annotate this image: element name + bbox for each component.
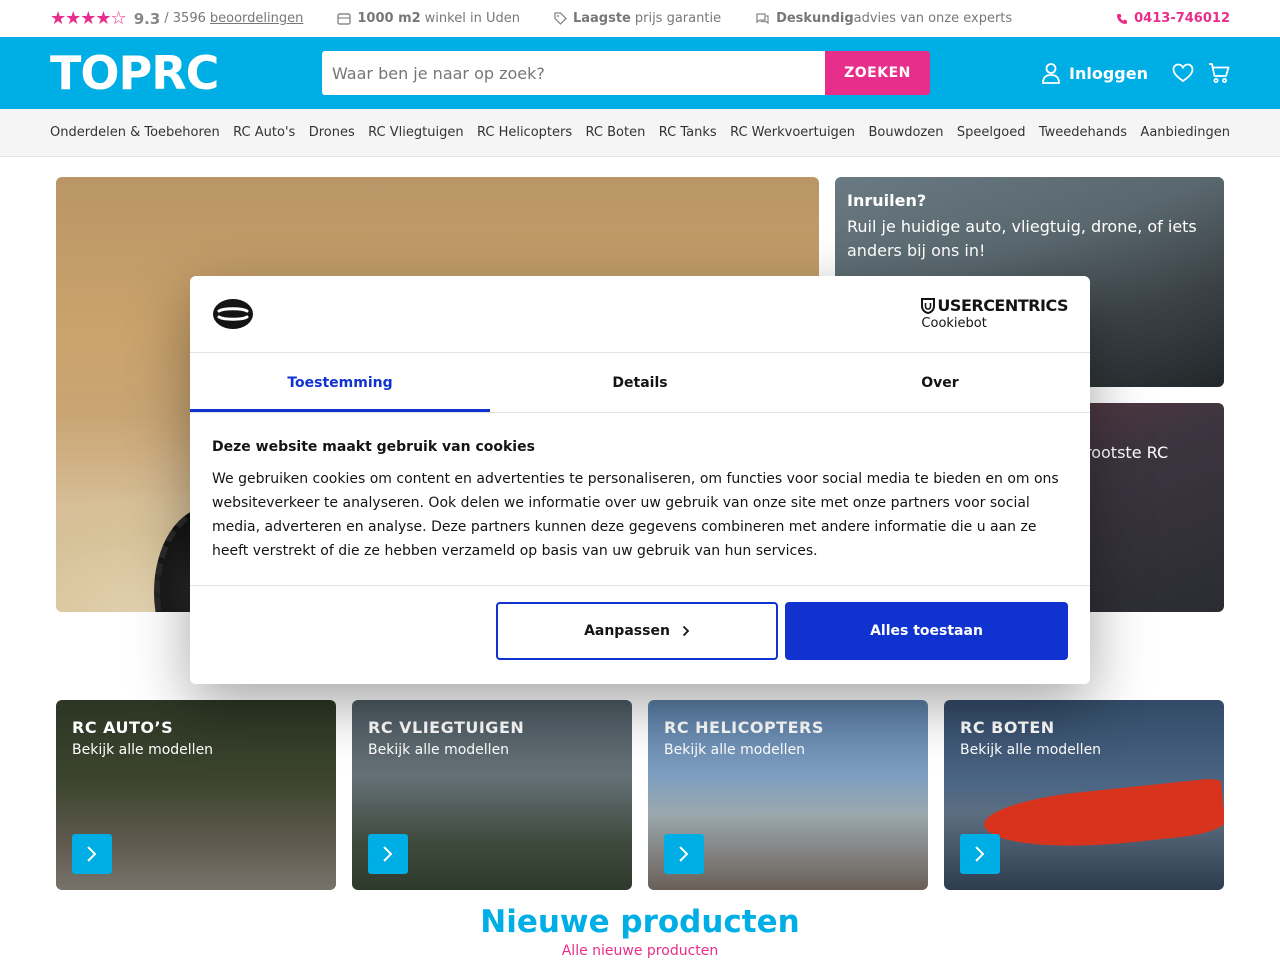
cart-icon[interactable] xyxy=(1208,62,1230,84)
new-products-title: Nieuwe producten xyxy=(480,904,800,940)
cookie-dialog-body: Deze website maakt gebruik van cookies W… xyxy=(190,413,1090,586)
category-card-rc-helicopters[interactable]: RC HELICOPTERS Bekijk alle modellen xyxy=(648,700,928,890)
chevron-right-icon xyxy=(87,846,97,862)
nav-item-rc-autos[interactable]: RC Auto's xyxy=(233,125,295,140)
cookie-tabs: Toestemming Details Over xyxy=(190,353,1090,413)
all-new-products-link[interactable]: Alle nieuwe producten xyxy=(0,943,1280,959)
shield-icon xyxy=(921,297,936,314)
nav-item-speelgoed[interactable]: Speelgoed xyxy=(957,125,1026,140)
nav-item-rc-tanks[interactable]: RC Tanks xyxy=(659,125,717,140)
store-description: rootste RC xyxy=(1085,443,1169,462)
tab-toestemming[interactable]: Toestemming xyxy=(190,353,490,412)
search-input[interactable] xyxy=(322,51,825,95)
category-title: RC BOTEN xyxy=(960,718,1055,737)
phone-link[interactable]: 0413-746012 xyxy=(1116,11,1230,26)
cookie-dialog-header: USERCENTRICS Cookiebot xyxy=(190,276,1090,353)
tab-details[interactable]: Details xyxy=(490,353,790,412)
usercentrics-brand[interactable]: USERCENTRICS Cookiebot xyxy=(921,296,1068,331)
search-button[interactable]: ZOEKEN xyxy=(825,51,930,95)
usp-price: Laagste prijs garantie xyxy=(554,11,721,26)
main-header: TOPRC ZOEKEN Inloggen xyxy=(0,37,1280,109)
nav-item-rc-helicopters[interactable]: RC Helicopters xyxy=(477,125,572,140)
category-subtitle: Bekijk alle modellen xyxy=(368,742,510,758)
category-arrow-button[interactable] xyxy=(72,834,112,874)
usp-store: 1000 m2 winkel in Uden xyxy=(337,11,520,26)
category-subtitle: Bekijk alle modellen xyxy=(72,742,214,758)
login-link[interactable]: Inloggen xyxy=(1041,62,1148,84)
category-title: RC VLIEGTUIGEN xyxy=(368,718,525,737)
user-icon xyxy=(1042,63,1060,84)
customize-button[interactable]: Aanpassen xyxy=(496,602,778,660)
wishlist-heart-icon[interactable] xyxy=(1172,63,1194,83)
store-icon xyxy=(337,12,352,25)
category-title: RC AUTO’S xyxy=(72,718,174,737)
reviews-link[interactable]: beoordelingen xyxy=(210,11,303,26)
nav-item-rc-werkvoertuigen[interactable]: RC Werkvoertuigen xyxy=(730,125,855,140)
nav-item-bouwdozen[interactable]: Bouwdozen xyxy=(868,125,943,140)
trade-in-description: Ruil je huidige auto, vliegtuig, drone, … xyxy=(847,217,1197,260)
category-subtitle: Bekijk alle modellen xyxy=(664,742,806,758)
cookie-consent-dialog: USERCENTRICS Cookiebot Toestemming Detai… xyxy=(190,276,1090,684)
chat-icon xyxy=(756,13,769,25)
chevron-right-icon xyxy=(975,846,985,862)
rating-score: 9.3 xyxy=(133,9,161,28)
category-card-rc-boten[interactable]: RC BOTEN Bekijk alle modellen xyxy=(944,700,1224,890)
nav-item-rc-boten[interactable]: RC Boten xyxy=(586,125,646,140)
category-title: RC HELICOPTERS xyxy=(664,718,824,737)
nav-item-drones[interactable]: Drones xyxy=(309,125,355,140)
nav-item-aanbiedingen[interactable]: Aanbiedingen xyxy=(1140,125,1230,140)
category-subtitle: Bekijk alle modellen xyxy=(960,742,1102,758)
category-card-rc-vliegtuigen[interactable]: RC VLIEGTUIGEN Bekijk alle modellen xyxy=(352,700,632,890)
phone-icon xyxy=(1117,13,1128,24)
usp-advice: Deskundig advies van onze experts xyxy=(755,11,1012,26)
nav-item-onderdelen[interactable]: Onderdelen & Toebehoren xyxy=(50,125,220,140)
category-card-rc-autos[interactable]: RC AUTO’S Bekijk alle modellen xyxy=(56,700,336,890)
price-tag-icon xyxy=(554,12,567,25)
trade-in-title: Inruilen? xyxy=(847,191,927,210)
category-arrow-button[interactable] xyxy=(664,834,704,874)
nav-item-rc-vliegtuigen[interactable]: RC Vliegtuigen xyxy=(368,125,463,140)
header-actions: Inloggen xyxy=(1041,62,1230,84)
chevron-right-icon xyxy=(383,846,393,862)
top-bar: ★★★★☆ 9.3 / 3596 beoordelingen 1000 m2 wi… xyxy=(0,0,1280,37)
cookiebot-logo-icon xyxy=(213,299,253,329)
reviews-count: / 3596 xyxy=(164,11,206,26)
category-arrow-button[interactable] xyxy=(368,834,408,874)
category-nav: Onderdelen & Toebehoren RC Auto's Drones… xyxy=(0,109,1280,157)
site-logo[interactable]: TOPRC xyxy=(50,46,322,100)
allow-all-button[interactable]: Alles toestaan xyxy=(785,602,1068,660)
search-bar: ZOEKEN xyxy=(322,51,930,95)
cookie-actions: Aanpassen Alles toestaan xyxy=(190,586,1090,683)
tab-over[interactable]: Over xyxy=(790,353,1090,412)
chevron-right-icon xyxy=(682,625,690,637)
cookie-heading: Deze website maakt gebruik van cookies xyxy=(212,439,535,455)
cookie-text: We gebruiken cookies om content en adver… xyxy=(212,471,1059,559)
rating-stars-icon: ★★★★☆ xyxy=(50,8,127,29)
chevron-right-icon xyxy=(679,846,689,862)
nav-item-tweedehands[interactable]: Tweedehands xyxy=(1039,125,1127,140)
category-arrow-button[interactable] xyxy=(960,834,1000,874)
boat-image xyxy=(981,777,1224,858)
